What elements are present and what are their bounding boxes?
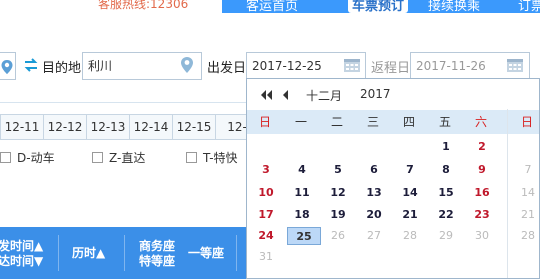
calendar-day-cell[interactable]: 24	[248, 227, 284, 245]
calendar-day-cell[interactable]: 14	[392, 184, 428, 202]
column-divider	[236, 235, 237, 271]
calendar-day-cell[interactable]: 11	[284, 184, 320, 202]
calendar-day-cell[interactable]: 21	[392, 206, 428, 224]
column-divider	[58, 235, 59, 271]
calendar-day-cell[interactable]: 15	[428, 184, 464, 202]
calendar-day-cell: 29	[439, 229, 453, 242]
business-seat-label: 商务座	[139, 239, 176, 253]
date-tab-strip: 12-11 12-12 12-13 12-14 12-15 12-	[0, 114, 259, 140]
sort-by-time-header[interactable]: 发时间▲ 达时间▼	[0, 239, 43, 269]
calendar-day-cell[interactable]: 12	[320, 184, 356, 202]
business-seat-header: 商务座 特等座	[139, 239, 175, 269]
special-seat-label: 特等座	[139, 254, 176, 268]
calendar-icon[interactable]	[506, 57, 524, 73]
filter-label: D-动车	[17, 151, 55, 165]
location-pin-icon	[1, 60, 13, 74]
calendar-day-cell[interactable]: 7	[392, 161, 428, 179]
calendar-day-cell[interactable]: 10	[248, 184, 284, 202]
calendar-header: 十二月 2017	[247, 79, 539, 109]
previous-year-icon[interactable]	[259, 89, 273, 101]
date-tab[interactable]: 12-14	[129, 114, 173, 140]
calendar-day-cell[interactable]: 5	[320, 161, 356, 179]
calendar-day-cell[interactable]: 9	[464, 161, 500, 179]
calendar-day-cell[interactable]: 17	[248, 206, 284, 224]
next-month-day-cell: 14	[521, 186, 535, 199]
calendar-day-cell[interactable]: 19	[320, 206, 356, 224]
nav-order-link[interactable]: 订票	[518, 0, 540, 14]
calendar-day-cell[interactable]: 1	[428, 138, 464, 156]
nav-transfer-link[interactable]: 接续换乘	[428, 0, 480, 14]
calendar-day-cell[interactable]: 3	[248, 161, 284, 179]
weekday-label: 四	[402, 115, 415, 129]
column-divider	[124, 235, 125, 271]
weekday-label: 六	[474, 115, 487, 129]
calendar-day-cell[interactable]: 13	[356, 184, 392, 202]
calendar-day-cell[interactable]: 20	[356, 206, 392, 224]
depart-time-sort[interactable]: 发时间▲	[0, 239, 43, 254]
calendar-day-cell[interactable]: 2	[464, 138, 500, 156]
calendar-day-cell[interactable]: 16	[464, 184, 500, 202]
hotline-text: 客服热线:12306	[98, 0, 189, 11]
calendar-year[interactable]: 2017	[360, 87, 391, 101]
weekday-label: 五	[438, 115, 451, 129]
divider	[0, 102, 246, 103]
weekday-label: 三	[366, 115, 379, 129]
results-table-header: 发时间▲ 达时间▼ 历时▲ 商务座 特等座 一等座	[0, 227, 246, 279]
swap-stations-icon[interactable]	[23, 58, 39, 72]
return-date-label: 返程日	[371, 61, 411, 76]
date-picker-popup: 十二月 2017 日 一 二 三 四 五 六 日 1 2 3 4 5 6 7 8 9 7 10 11 1…	[246, 78, 540, 279]
filter-label: T-特快	[203, 151, 238, 165]
first-class-header: 一等座	[188, 246, 225, 260]
main-nav: 客运首页 车票预订 接续换乘 订票	[222, 0, 540, 14]
month-divider	[507, 109, 508, 278]
calendar-day-cell[interactable]: 23	[464, 206, 500, 224]
destination-label: 目的地	[42, 61, 82, 76]
filter-d-train[interactable]: D-动车	[0, 149, 55, 166]
departure-date-label: 出发日	[207, 61, 247, 76]
location-pin-icon[interactable]	[180, 56, 194, 74]
date-tab[interactable]: 12-12	[43, 114, 87, 140]
weekday-label: 日	[520, 115, 533, 129]
next-month-day-cell: 21	[521, 208, 535, 221]
sort-by-duration-header[interactable]: 历时▲	[72, 246, 105, 261]
arrive-time-sort[interactable]: 达时间▼	[0, 254, 43, 269]
calendar-day-cell[interactable]: 22	[428, 206, 464, 224]
calendar-day-cell[interactable]: 18	[284, 206, 320, 224]
date-tab[interactable]: 12-13	[86, 114, 130, 140]
weekday-label: 日	[258, 115, 271, 129]
date-tab[interactable]: 12-11	[0, 114, 44, 140]
date-tab[interactable]: 12-15	[172, 114, 216, 140]
next-month-day-cell: 7	[524, 163, 532, 176]
filter-z-train[interactable]: Z-直达	[92, 149, 145, 166]
weekday-header: 日 一 二 三 四 五 六 日	[247, 110, 539, 134]
calendar-day-cell[interactable]: 25	[287, 227, 321, 245]
next-month-day-cell: 28	[521, 229, 535, 242]
calendar-icon[interactable]	[343, 57, 361, 73]
calendar-day-cell: 30	[475, 229, 489, 242]
calendar-day-cell[interactable]: 8	[428, 161, 464, 179]
nav-ticket-booking-tab[interactable]: 车票预订	[348, 0, 408, 14]
from-station-field[interactable]	[0, 52, 16, 80]
checkbox[interactable]	[92, 152, 103, 163]
calendar-day-cell: 28	[403, 229, 417, 242]
filter-label: Z-直达	[109, 151, 146, 165]
checkbox[interactable]	[186, 152, 197, 163]
calendar-month[interactable]: 十二月	[306, 87, 342, 104]
checkbox[interactable]	[0, 152, 11, 163]
calendar-day-cell: 27	[367, 229, 381, 242]
filter-t-train[interactable]: T-特快	[186, 149, 238, 166]
calendar-day-cell[interactable]: 4	[284, 161, 320, 179]
calendar-day-cell: 26	[331, 229, 345, 242]
weekday-label: 一	[294, 115, 307, 129]
calendar-day-cell: 31	[259, 250, 273, 263]
nav-home-link[interactable]: 客运首页	[246, 0, 298, 14]
top-bar: 客服热线:12306 客运首页 车票预订 接续换乘 订票	[0, 0, 540, 14]
calendar-day-cell[interactable]: 6	[356, 161, 392, 179]
previous-month-icon[interactable]	[279, 89, 293, 101]
weekday-label: 二	[330, 115, 343, 129]
